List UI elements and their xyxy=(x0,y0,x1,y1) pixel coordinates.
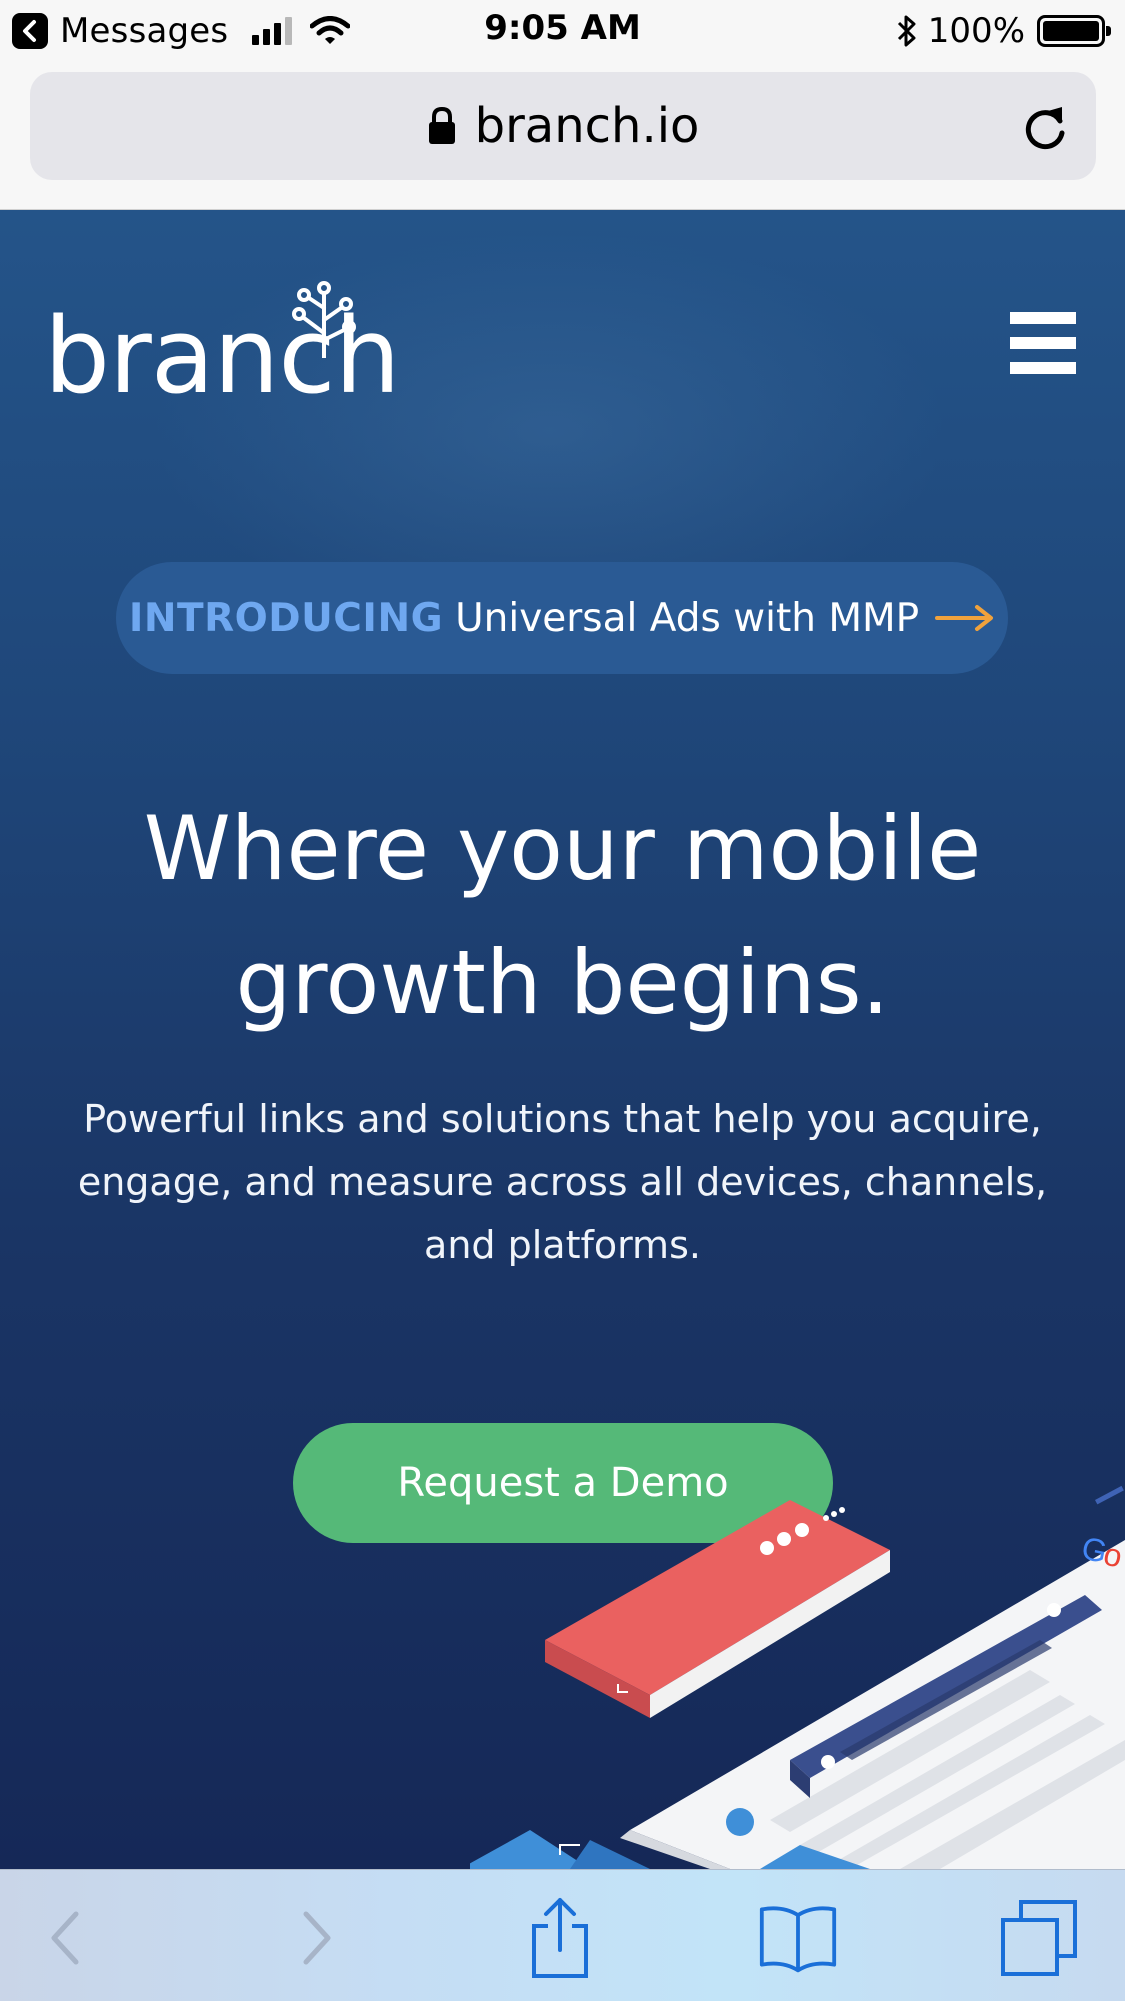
promo-intro: INTRODUCING xyxy=(128,595,444,641)
status-right: 100% xyxy=(896,10,1111,52)
tabs-icon[interactable] xyxy=(999,1898,1079,1978)
branch-logo[interactable]: branch xyxy=(44,281,401,416)
forward-icon[interactable] xyxy=(276,1898,356,1978)
browser-toolbar xyxy=(0,1869,1125,2001)
headline-line-1: Where your mobile xyxy=(143,797,982,900)
headline-line-2: growth begins. xyxy=(235,931,890,1034)
promo-text: Universal Ads with MMP xyxy=(455,595,920,641)
status-bar: Messages 9:05 AM 100% xyxy=(0,0,1125,60)
menu-icon[interactable] xyxy=(1010,312,1076,374)
lock-icon xyxy=(428,106,455,144)
url-text[interactable]: branch.io xyxy=(475,98,700,154)
back-icon[interactable] xyxy=(26,1898,106,1978)
hero-section: branch INTRODUCING Universal Ads with MM… xyxy=(0,210,1125,1869)
battery-icon xyxy=(1037,15,1111,47)
hero-headline: Where your mobile growth begins. xyxy=(0,782,1125,1050)
arrow-right-icon xyxy=(935,605,994,631)
address-bar[interactable]: branch.io xyxy=(30,72,1096,180)
battery-level xyxy=(1043,21,1099,41)
share-icon[interactable] xyxy=(520,1898,600,1978)
promo-banner[interactable]: INTRODUCING Universal Ads with MMP xyxy=(116,562,1008,674)
bluetooth-icon xyxy=(897,15,916,47)
isometric-devices-illustration: G o xyxy=(470,1485,1125,1869)
bookmarks-icon[interactable] xyxy=(758,1898,838,1978)
browser-address-area: branch.io xyxy=(0,60,1125,210)
reload-icon[interactable] xyxy=(1018,99,1072,153)
hero-subtext: Powerful links and solutions that help y… xyxy=(77,1097,1048,1267)
logo-tree-icon xyxy=(292,281,356,358)
battery-percent: 100% xyxy=(927,11,1025,51)
